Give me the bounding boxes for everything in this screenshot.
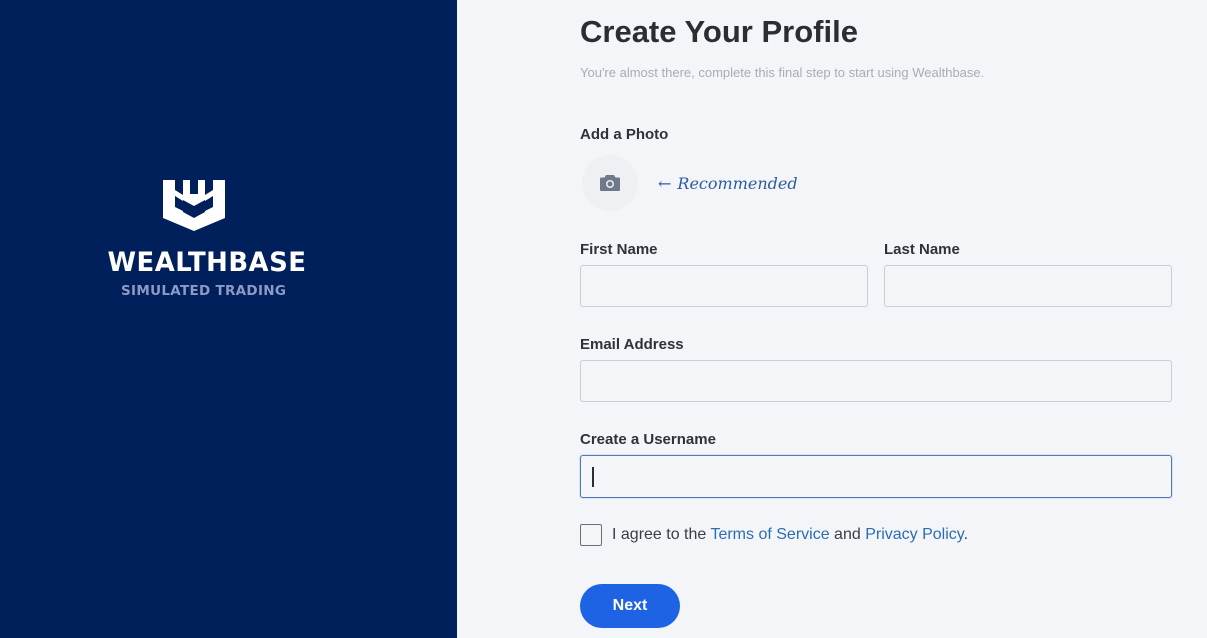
page-title: Create Your Profile — [580, 14, 858, 49]
username-input[interactable] — [580, 455, 1172, 498]
recommended-note: ← Recommended — [658, 174, 798, 193]
terms-agreement-row: I agree to the Terms of Service and Priv… — [580, 523, 968, 547]
email-input[interactable] — [580, 360, 1172, 402]
terms-of-service-link[interactable]: Terms of Service — [710, 526, 829, 543]
first-name-input[interactable] — [580, 265, 868, 307]
recommended-text: Recommended — [677, 174, 798, 193]
brand-tagline: SIMULATED TRADING — [121, 283, 287, 299]
page-subtitle: You're almost there, complete this final… — [580, 65, 985, 80]
email-label: Email Address — [580, 336, 684, 353]
arrow-left-icon: ← — [658, 174, 672, 193]
add-photo-button[interactable] — [582, 155, 638, 211]
add-photo-label: Add a Photo — [580, 126, 669, 143]
brand-panel: WEALTHBASE SIMULATED TRADING — [0, 0, 457, 638]
profile-form-panel: Create Your Profile You're almost there,… — [457, 0, 1207, 638]
last-name-label: Last Name — [884, 241, 960, 258]
signup-screen: WEALTHBASE SIMULATED TRADING Create Your… — [0, 0, 1207, 638]
next-button[interactable]: Next — [580, 584, 680, 628]
brand-name-text: WEALTHBASE — [107, 247, 307, 278]
terms-checkbox[interactable] — [580, 524, 602, 546]
privacy-policy-link[interactable]: Privacy Policy — [865, 526, 963, 543]
terms-agreement-text: I agree to the Terms of Service and Priv… — [612, 526, 968, 544]
first-name-label: First Name — [580, 241, 658, 258]
agree-middle: and — [829, 526, 866, 543]
text-caret — [592, 467, 594, 487]
agree-suffix: . — [963, 526, 969, 543]
last-name-input[interactable] — [884, 265, 1172, 307]
agree-prefix: I agree to the — [612, 526, 711, 543]
wealthbase-logo-icon — [163, 180, 225, 231]
username-label: Create a Username — [580, 431, 716, 448]
camera-icon — [600, 175, 620, 191]
